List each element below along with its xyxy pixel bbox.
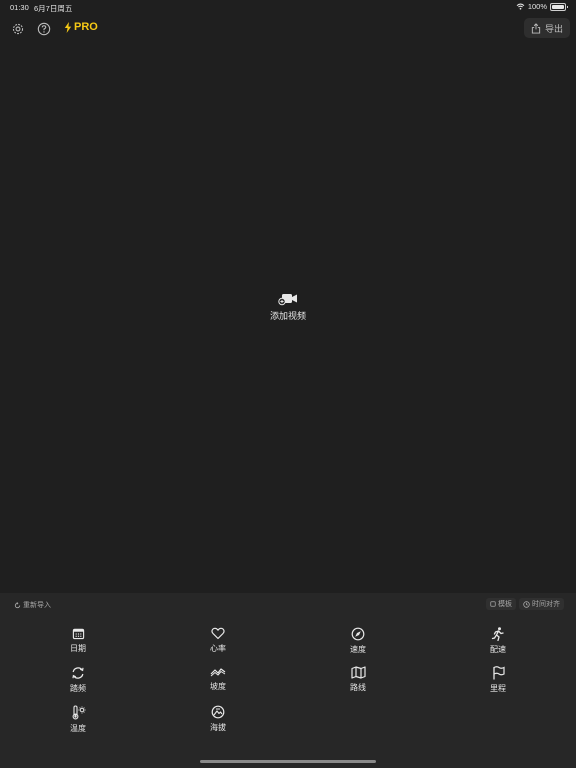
battery-icon: [550, 2, 568, 11]
status-bar: 01:30 6月7日周五 100%: [0, 0, 576, 14]
add-video-button[interactable]: 添加视频: [258, 292, 318, 328]
metric-distance-label: 里程: [490, 684, 506, 693]
metric-route-label: 路线: [350, 683, 366, 692]
export-label: 导出: [544, 23, 563, 34]
metric-heart-rate-label: 心率: [210, 644, 226, 653]
status-time: 01:30: [10, 3, 29, 12]
gear-icon: [12, 23, 24, 35]
thermometer-icon: [72, 705, 85, 720]
help-button[interactable]: [35, 20, 53, 38]
metric-distance[interactable]: 里程: [473, 666, 523, 696]
battery-percent: 100%: [527, 2, 547, 11]
metric-pace-label: 配速: [490, 645, 506, 654]
flag-icon: [492, 666, 505, 680]
metric-speed-label: 速度: [350, 645, 366, 654]
pro-button[interactable]: PRO: [64, 21, 98, 33]
metric-heart-rate[interactable]: 心率: [193, 627, 243, 657]
template-icon: [490, 601, 496, 607]
share-icon: [531, 22, 541, 34]
metric-cadence[interactable]: 踏频: [53, 666, 103, 696]
metric-route[interactable]: 路线: [333, 666, 383, 696]
bottom-panel: 重新导入 模板 时间对齐 日期 心率 速度 配速 踏频 坡度 路线 里程 温度 …: [0, 593, 576, 768]
metric-temperature[interactable]: 温度: [53, 705, 103, 735]
bolt-icon: [64, 21, 72, 33]
metric-pace[interactable]: 配速: [473, 627, 523, 657]
calendar-icon: [72, 628, 84, 640]
compass-icon: [351, 627, 365, 641]
metric-speed[interactable]: 速度: [333, 627, 383, 657]
reimport-label: 重新导入: [23, 602, 51, 609]
export-button[interactable]: 导出: [524, 18, 570, 38]
heart-icon: [211, 627, 225, 640]
refresh-icon: [14, 601, 21, 608]
template-label: 模板: [498, 601, 512, 608]
altitude-icon: [211, 705, 225, 719]
question-icon: [37, 22, 51, 36]
metric-altitude-label: 海拔: [210, 723, 226, 732]
add-video-label: 添加视频: [269, 311, 306, 321]
cycle-icon: [72, 667, 84, 679]
pro-label: PRO: [74, 21, 98, 33]
time-align-button[interactable]: 时间对齐: [519, 598, 564, 610]
metric-altitude[interactable]: 海拔: [193, 705, 243, 735]
clock-icon: [523, 600, 530, 608]
metric-date-label: 日期: [70, 644, 86, 653]
home-indicator[interactable]: [200, 760, 376, 763]
metric-date[interactable]: 日期: [53, 627, 103, 657]
settings-button[interactable]: [9, 20, 27, 38]
status-date: 6月7日周五: [34, 4, 73, 13]
time-align-label: 时间对齐: [532, 601, 560, 608]
runner-icon: [491, 627, 504, 641]
status-right: 100%: [516, 2, 568, 11]
metric-cadence-label: 踏频: [70, 684, 86, 693]
top-toolbar: PRO 导出: [0, 18, 576, 40]
metric-temperature-label: 温度: [70, 724, 86, 733]
video-camera-icon: [278, 294, 297, 306]
reimport-button[interactable]: 重新导入: [14, 600, 51, 610]
metric-slope-label: 坡度: [210, 682, 226, 691]
map-icon: [350, 666, 366, 679]
panel-header: 重新导入 模板 时间对齐: [0, 598, 576, 612]
template-button[interactable]: 模板: [486, 598, 516, 610]
slope-icon: [210, 668, 226, 677]
metric-slope[interactable]: 坡度: [193, 666, 243, 696]
wifi-icon: [516, 3, 525, 10]
